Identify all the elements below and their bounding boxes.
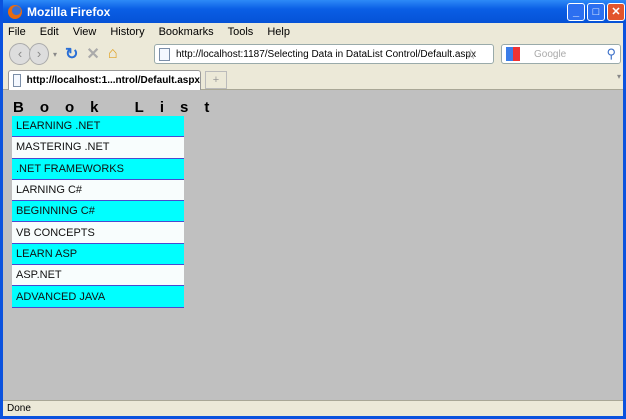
- menu-bar: File Edit View History Bookmarks Tools H…: [3, 23, 623, 40]
- forward-button[interactable]: ›: [29, 43, 49, 65]
- menu-file[interactable]: File: [8, 26, 26, 38]
- list-item[interactable]: VB CONCEPTS: [12, 222, 184, 244]
- status-bar: Done: [3, 400, 623, 416]
- google-engine-icon[interactable]: [506, 47, 520, 61]
- tab-label: http://localhost:1...ntrol/Default.aspx: [26, 75, 200, 86]
- maximize-button[interactable]: □: [587, 3, 605, 21]
- tab-page-icon: [13, 74, 21, 87]
- list-item[interactable]: LARNING C#: [12, 179, 184, 202]
- list-item[interactable]: LEARN ASP: [12, 243, 184, 266]
- menu-edit[interactable]: Edit: [40, 26, 59, 38]
- search-placeholder: Google: [534, 48, 567, 60]
- page-icon: [159, 47, 170, 61]
- reload-icon[interactable]: ↻: [65, 44, 78, 64]
- list-item[interactable]: ASP.NET: [12, 265, 184, 287]
- tab-list-icon[interactable]: ▾: [617, 72, 621, 81]
- new-tab-button[interactable]: +: [205, 71, 227, 89]
- list-item[interactable]: MASTERING .NET: [12, 137, 184, 159]
- url-text: http://localhost:1187/Selecting Data in …: [176, 48, 476, 60]
- address-bar[interactable]: http://localhost:1187/Selecting Data in …: [154, 44, 494, 64]
- bookmark-star-icon[interactable]: ☆: [464, 46, 477, 63]
- page-content: Book List LEARNING .NET MASTERING .NET .…: [3, 90, 623, 400]
- menu-history[interactable]: History: [110, 26, 144, 38]
- back-button[interactable]: ‹: [9, 43, 31, 65]
- firefox-logo-icon: [8, 4, 22, 19]
- list-item[interactable]: .NET FRAMEWORKS: [12, 158, 184, 180]
- list-item[interactable]: ADVANCED JAVA: [12, 286, 184, 308]
- book-datalist: LEARNING .NET MASTERING .NET .NET FRAMEW…: [12, 116, 184, 308]
- title-bar: Mozilla Firefox _ □ ✕: [3, 0, 626, 23]
- menu-help[interactable]: Help: [267, 26, 290, 38]
- menu-bookmarks[interactable]: Bookmarks: [159, 26, 214, 38]
- search-box[interactable]: Google ⚲: [501, 44, 621, 64]
- stop-icon[interactable]: ✕: [86, 44, 99, 64]
- status-text: Done: [7, 403, 31, 414]
- minimize-button[interactable]: _: [567, 3, 585, 21]
- page-heading: Book List: [13, 99, 226, 116]
- home-icon[interactable]: ⌂: [108, 45, 118, 63]
- menu-tools[interactable]: Tools: [228, 26, 254, 38]
- menu-view[interactable]: View: [73, 26, 97, 38]
- window-title: Mozilla Firefox: [27, 4, 111, 19]
- close-button[interactable]: ✕: [607, 3, 625, 21]
- list-item[interactable]: LEARNING .NET: [12, 116, 184, 138]
- search-magnifier-icon[interactable]: ⚲: [606, 46, 616, 62]
- tab-default-aspx[interactable]: http://localhost:1...ntrol/Default.aspx: [8, 70, 201, 90]
- history-dropdown-icon[interactable]: ▾: [53, 50, 57, 59]
- navigation-toolbar: ‹ › ▾ ↻ ✕ ⌂ http://localhost:1187/Select…: [3, 40, 623, 68]
- browser-window: Mozilla Firefox _ □ ✕ File Edit View His…: [0, 0, 626, 419]
- tab-bar: http://localhost:1...ntrol/Default.aspx …: [3, 68, 623, 90]
- list-item[interactable]: BEGINNING C#: [12, 201, 184, 223]
